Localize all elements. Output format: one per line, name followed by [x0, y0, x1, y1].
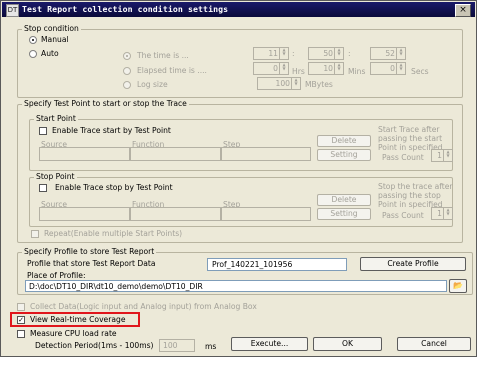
- repeat-label: Repeat(Enable multiple Start Points): [44, 229, 183, 238]
- spin-arrows-icon[interactable]: ▲ ▼: [334, 63, 343, 74]
- collect-data-label: Collect Data(Logic input and Analog inpu…: [30, 302, 257, 311]
- cancel-button[interactable]: Cancel: [397, 337, 471, 351]
- app-icon: DT: [6, 4, 19, 17]
- mbytes-label: MBytes: [305, 80, 333, 89]
- execute-button[interactable]: Execute...: [231, 337, 308, 351]
- elapsed-mins-value: 10: [323, 64, 333, 73]
- mins-label: Mins: [348, 67, 366, 76]
- create-profile-button[interactable]: Create Profile: [360, 257, 466, 271]
- measure-cpu-checkbox[interactable]: [17, 330, 25, 338]
- stop-pass-count-value: 1: [437, 209, 442, 218]
- stop-delete-button[interactable]: Delete: [317, 194, 371, 206]
- start-pass-count-label: Pass Count: [382, 153, 424, 162]
- spin-arrows-icon[interactable]: ▲ ▼: [291, 78, 300, 89]
- collect-data-checkbox[interactable]: [17, 303, 25, 311]
- close-button[interactable]: ×: [455, 4, 471, 17]
- folder-browse-icon[interactable]: 📂: [449, 279, 467, 293]
- stop-point-title: Stop Point: [34, 172, 77, 181]
- repeat-checkbox[interactable]: [31, 230, 39, 238]
- time-second-spin[interactable]: 52 ▲ ▼: [370, 47, 406, 60]
- spin-arrows-icon[interactable]: ▲ ▼: [443, 208, 452, 219]
- time-minute-spin[interactable]: 50 ▲ ▼: [308, 47, 344, 60]
- enable-start-checkbox[interactable]: [39, 127, 47, 135]
- log-size-radio[interactable]: [123, 81, 131, 89]
- colon-1: :: [292, 49, 295, 58]
- window-title: Test Report collection condition setting…: [22, 4, 229, 14]
- auto-radio[interactable]: [29, 50, 37, 58]
- hrs-label: Hrs: [292, 67, 305, 76]
- highlight-box: [10, 312, 140, 327]
- start-pass-count-value: 1: [437, 151, 442, 160]
- elapsed-secs-spin[interactable]: 0 ▲ ▼: [370, 62, 406, 75]
- trace-group-title: Specify Test Point to start or stop the …: [22, 99, 189, 108]
- manual-radio[interactable]: [29, 36, 37, 44]
- spin-arrows-icon[interactable]: ▲ ▼: [443, 150, 452, 161]
- log-size-label: Log size: [137, 80, 168, 89]
- spin-arrows-icon[interactable]: ▲ ▼: [396, 63, 405, 74]
- log-size-value: 100: [275, 79, 291, 88]
- stop-pass-count-spin[interactable]: 1 ▲ ▼: [431, 207, 453, 220]
- manual-label: Manual: [41, 35, 69, 44]
- stop-step-field[interactable]: [221, 207, 311, 221]
- enable-start-label: Enable Trace start by Test Point: [52, 126, 171, 135]
- time-hour-value: 11: [268, 49, 278, 58]
- elapsed-hours-spin[interactable]: 0 ▲ ▼: [253, 62, 289, 75]
- start-function-field[interactable]: [130, 147, 221, 161]
- stop-function-field[interactable]: [130, 207, 221, 221]
- stop-condition-title: Stop condition: [22, 24, 81, 33]
- time-minute-value: 50: [323, 49, 333, 58]
- stop-setting-button[interactable]: Setting: [317, 208, 371, 220]
- spin-arrows-icon[interactable]: ▲ ▼: [334, 48, 343, 59]
- settings-dialog: DT Test Report collection condition sett…: [0, 0, 477, 357]
- spin-arrows-icon[interactable]: ▲ ▼: [279, 63, 288, 74]
- enable-stop-checkbox[interactable]: [39, 184, 47, 192]
- ok-button[interactable]: OK: [313, 337, 382, 351]
- colon-2: :: [348, 49, 351, 58]
- stop-pass-count-label: Pass Count: [382, 211, 424, 220]
- time-hour-spin[interactable]: 11 ▲ ▼: [253, 47, 289, 60]
- profile-path-field[interactable]: D:\doc\DT10_DIR\dt10_demo\demo\DT10_DIR: [25, 280, 447, 292]
- start-setting-button[interactable]: Setting: [317, 149, 371, 161]
- elapsed-radio[interactable]: [123, 67, 131, 75]
- log-size-spin[interactable]: 100 ▲ ▼: [257, 77, 301, 90]
- time-is-radio[interactable]: [123, 52, 131, 60]
- elapsed-label: Elapsed time is ....: [137, 66, 207, 75]
- place-label: Place of Profile:: [27, 271, 86, 280]
- stop-note: Stop the trace after passing the stop Po…: [378, 182, 453, 209]
- elapsed-secs-value: 0: [390, 64, 395, 73]
- start-point-title: Start Point: [34, 114, 78, 123]
- measure-cpu-label: Measure CPU load rate: [30, 329, 117, 338]
- ms-label: ms: [205, 342, 217, 351]
- start-delete-button[interactable]: Delete: [317, 135, 371, 147]
- spin-arrows-icon[interactable]: ▲ ▼: [396, 48, 405, 59]
- time-second-value: 52: [385, 49, 395, 58]
- spin-arrows-icon[interactable]: ▲ ▼: [279, 48, 288, 59]
- start-note: Start Trace after passing the start Poin…: [378, 125, 443, 152]
- start-step-field[interactable]: [221, 147, 311, 161]
- auto-label: Auto: [41, 49, 59, 58]
- start-pass-count-spin[interactable]: 1 ▲ ▼: [431, 149, 453, 162]
- profile-name-field[interactable]: Prof_140221_101956: [207, 258, 347, 271]
- start-source-field[interactable]: [39, 147, 130, 161]
- profile-group-title: Specify Profile to store Test Report: [22, 247, 157, 256]
- title-bar: DT Test Report collection condition sett…: [2, 2, 475, 17]
- time-is-label: The time is ...: [137, 51, 189, 60]
- enable-stop-label: Enable Trace stop by Test Point: [55, 183, 173, 192]
- elapsed-hours-value: 0: [273, 64, 278, 73]
- secs-label: Secs: [411, 67, 429, 76]
- elapsed-mins-spin[interactable]: 10 ▲ ▼: [308, 62, 344, 75]
- detection-label: Detection Period(1ms - 100ms): [35, 341, 154, 350]
- stop-source-field[interactable]: [39, 207, 130, 221]
- detection-field[interactable]: 100: [159, 339, 195, 352]
- profile-label: Profile that store Test Report Data: [27, 259, 156, 268]
